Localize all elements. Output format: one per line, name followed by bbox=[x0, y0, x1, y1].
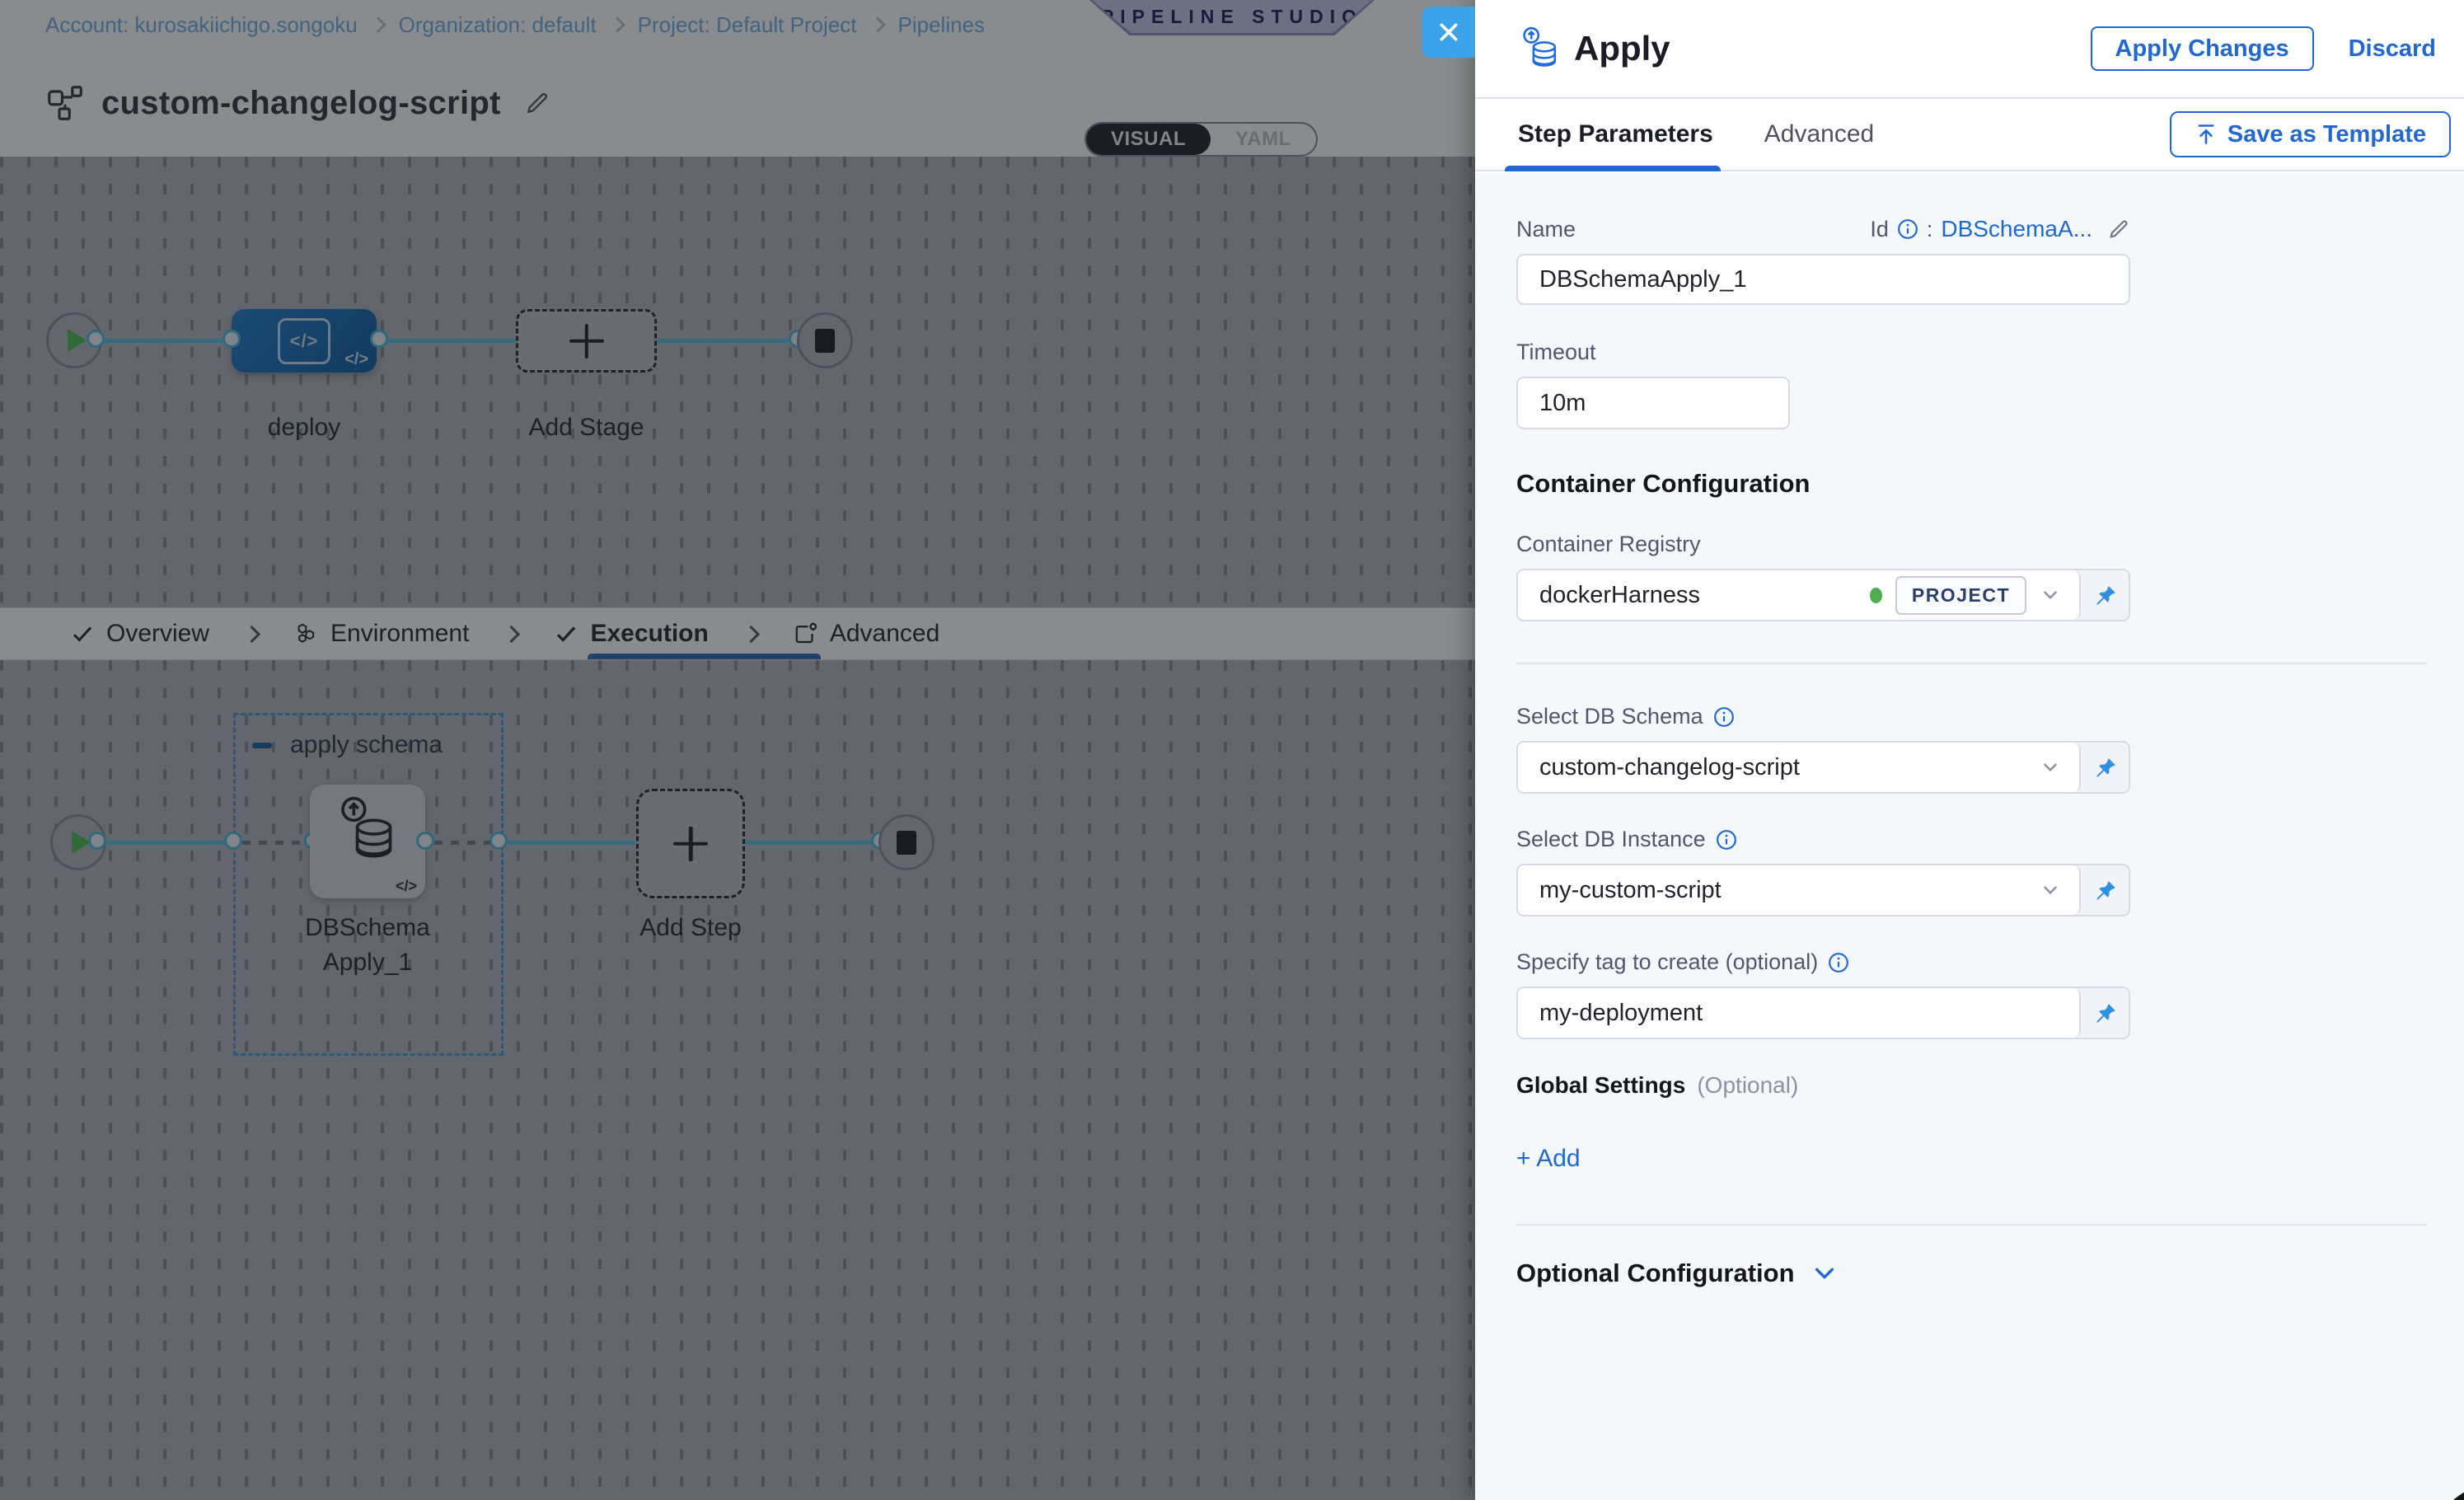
section-divider bbox=[1516, 1224, 2427, 1226]
tag-field bbox=[1516, 987, 2130, 1039]
panel-title: Apply bbox=[1574, 29, 1670, 68]
canvas-dim-overlay[interactable] bbox=[0, 0, 1475, 1500]
pipeline-studio-screen: Account: kurosakiichigo.songoku Organiza… bbox=[0, 0, 2464, 1500]
registry-pin-button[interactable] bbox=[2081, 570, 2129, 620]
pin-icon bbox=[2092, 878, 2117, 902]
db-instance-pin-button[interactable] bbox=[2081, 865, 2129, 915]
info-icon[interactable] bbox=[1828, 952, 1849, 973]
panel-tabs: Step Parameters Advanced Save as Templat… bbox=[1475, 99, 2464, 171]
db-schema-pin-button[interactable] bbox=[2081, 743, 2129, 792]
optional-configuration-toggle[interactable]: Optional Configuration bbox=[1516, 1259, 2464, 1288]
info-icon[interactable] bbox=[1716, 829, 1737, 851]
close-icon bbox=[1438, 21, 1459, 43]
db-instance-field: my-custom-script bbox=[1516, 864, 2130, 916]
active-tab-underline bbox=[1505, 166, 1721, 171]
step-config-panel: Apply Apply Changes Discard Step Paramet… bbox=[1475, 0, 2464, 1500]
tab-step-advanced[interactable]: Advanced bbox=[1764, 120, 1874, 148]
timeout-label: Timeout bbox=[1516, 340, 2464, 365]
id-row: Id : DBSchemaA... bbox=[1870, 216, 2130, 242]
id-value[interactable]: DBSchemaA... bbox=[1941, 216, 2092, 242]
tag-pin-button[interactable] bbox=[2081, 988, 2129, 1038]
apply-step-icon bbox=[1518, 26, 1562, 71]
close-panel-button[interactable] bbox=[1422, 7, 1475, 58]
chevron-down-icon bbox=[2040, 757, 2061, 778]
pin-icon bbox=[2092, 1001, 2117, 1025]
container-registry-value[interactable]: dockerHarness bbox=[1539, 582, 1857, 609]
global-settings-label: Global Settings bbox=[1516, 1072, 1685, 1099]
timeout-input[interactable] bbox=[1539, 390, 1790, 417]
name-label: Name bbox=[1516, 217, 1576, 242]
info-icon[interactable] bbox=[1897, 218, 1918, 240]
db-instance-label: Select DB Instance bbox=[1516, 827, 1706, 852]
container-configuration-heading: Container Configuration bbox=[1516, 469, 2464, 499]
name-input[interactable] bbox=[1516, 254, 2130, 305]
chevron-down-icon bbox=[2040, 879, 2061, 901]
db-instance-select[interactable]: my-custom-script bbox=[1518, 865, 2081, 915]
container-registry-field: dockerHarness PROJECT bbox=[1516, 569, 2130, 621]
discard-button[interactable]: Discard bbox=[2349, 35, 2436, 63]
id-label: Id bbox=[1870, 217, 1889, 242]
save-as-template-button[interactable]: Save as Template bbox=[2170, 111, 2451, 157]
info-icon[interactable] bbox=[1713, 706, 1735, 728]
container-registry-label: Container Registry bbox=[1516, 532, 2464, 557]
add-global-setting-button[interactable]: + Add bbox=[1516, 1145, 2464, 1173]
tag-label: Specify tag to create (optional) bbox=[1516, 949, 1818, 975]
pin-icon bbox=[2092, 755, 2117, 780]
upload-icon bbox=[2195, 123, 2218, 146]
step-parameters-form: Name Id : DBSchemaA... Timeout bbox=[1475, 173, 2464, 1500]
id-separator: : bbox=[1927, 217, 1933, 242]
tab-step-parameters[interactable]: Step Parameters bbox=[1518, 120, 1713, 148]
tag-input[interactable] bbox=[1539, 1000, 2061, 1027]
apply-changes-button[interactable]: Apply Changes bbox=[2091, 26, 2314, 71]
db-schema-select[interactable]: custom-changelog-script bbox=[1518, 743, 2081, 792]
scope-tag: PROJECT bbox=[1895, 576, 2026, 615]
studio-left-area: Account: kurosakiichigo.songoku Organiza… bbox=[0, 0, 1475, 1500]
pin-icon bbox=[2092, 583, 2117, 607]
db-schema-label: Select DB Schema bbox=[1516, 704, 1703, 729]
chevron-down-icon bbox=[1811, 1260, 1838, 1287]
connector-status-dot bbox=[1870, 588, 1882, 603]
global-settings-optional: (Optional) bbox=[1697, 1072, 1798, 1099]
section-divider bbox=[1516, 663, 2427, 664]
global-settings-row: Global Settings (Optional) bbox=[1516, 1072, 2464, 1099]
panel-header: Apply Apply Changes Discard bbox=[1475, 0, 2464, 99]
chevron-down-icon[interactable] bbox=[2040, 584, 2061, 606]
db-schema-field: custom-changelog-script bbox=[1516, 741, 2130, 794]
edit-id-icon[interactable] bbox=[2107, 218, 2130, 241]
timeout-field bbox=[1516, 377, 1790, 429]
